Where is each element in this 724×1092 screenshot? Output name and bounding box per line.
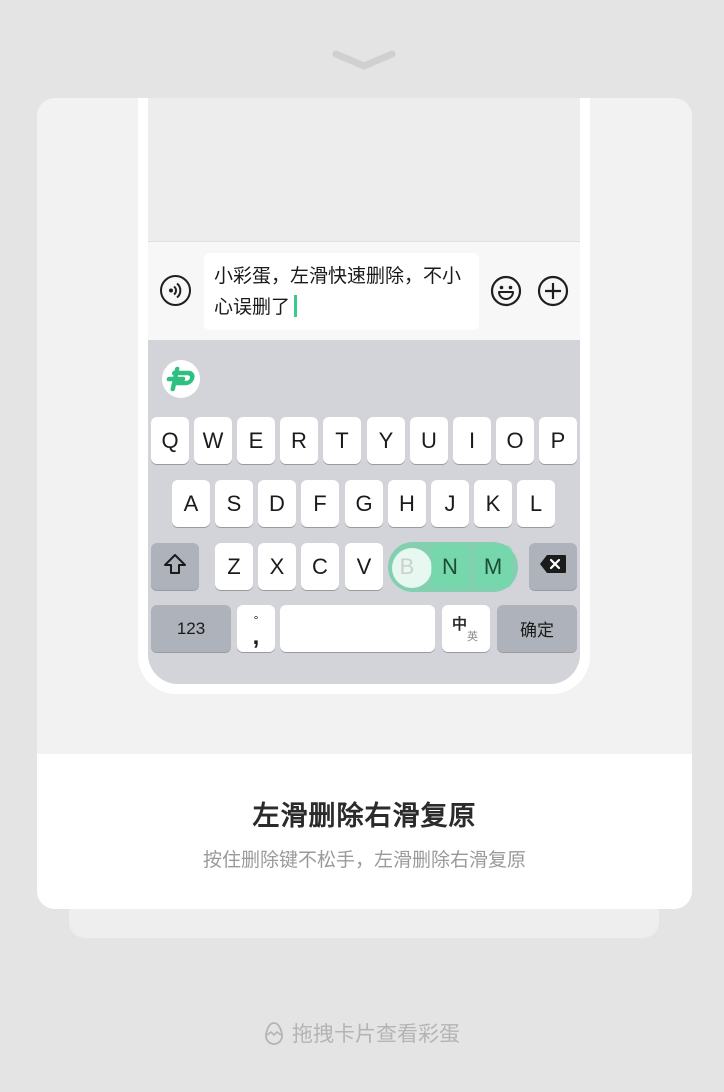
key-x: X bbox=[258, 543, 296, 590]
key-v: V bbox=[345, 543, 383, 590]
key-c: C bbox=[301, 543, 339, 590]
punct-bottom: , bbox=[252, 622, 260, 650]
key-p: P bbox=[539, 417, 577, 464]
key-f: F bbox=[301, 480, 339, 527]
phone-mockup: 小彩蛋，左滑快速删除，不小心误删了 Q W E R T Y U I O P A … bbox=[138, 98, 590, 694]
message-text: 小彩蛋，左滑快速删除，不小心误删了 bbox=[214, 265, 462, 318]
space-key bbox=[280, 605, 435, 652]
language-switch-key: 中 英 bbox=[442, 605, 490, 652]
drag-hint-text: 拖拽卡片查看彩蛋 bbox=[292, 1022, 460, 1046]
phone-screen: 小彩蛋，左滑快速删除，不小心误删了 Q W E R T Y U I O P A … bbox=[148, 98, 580, 684]
key-l: L bbox=[517, 480, 555, 527]
key-t: T bbox=[323, 417, 361, 464]
message-input: 小彩蛋，左滑快速删除，不小心误删了 bbox=[204, 253, 479, 330]
key-n: N bbox=[431, 545, 469, 588]
text-caret bbox=[294, 295, 298, 317]
key-j: J bbox=[431, 480, 469, 527]
drag-hint: 拖拽卡片查看彩蛋 bbox=[0, 1018, 724, 1050]
key-d: D bbox=[258, 480, 296, 527]
plus-icon bbox=[537, 275, 569, 307]
chat-input-bar: 小彩蛋，左滑快速删除，不小心误删了 bbox=[148, 242, 580, 340]
keyboard: Q W E R T Y U I O P A S D F G H J K L Z … bbox=[148, 340, 580, 684]
key-u: U bbox=[410, 417, 448, 464]
emoji-icon bbox=[490, 275, 522, 307]
backspace-icon bbox=[539, 554, 567, 580]
punctuation-key: ° , bbox=[237, 605, 275, 652]
backspace-key bbox=[529, 543, 577, 590]
voice-icon bbox=[160, 275, 191, 306]
lang-top: 中 bbox=[452, 615, 468, 633]
key-r: R bbox=[280, 417, 318, 464]
easter-egg-card[interactable]: 小彩蛋，左滑快速删除，不小心误删了 Q W E R T Y U I O P A … bbox=[37, 98, 692, 909]
key-m: M bbox=[474, 545, 512, 588]
chat-area bbox=[148, 98, 580, 242]
key-k: K bbox=[474, 480, 512, 527]
key-z: Z bbox=[215, 543, 253, 590]
caption-title: 左滑删除右滑复原 bbox=[252, 801, 477, 832]
egg-icon bbox=[264, 1021, 284, 1050]
key-w: W bbox=[194, 417, 232, 464]
shift-icon bbox=[163, 553, 187, 581]
key-s: S bbox=[215, 480, 253, 527]
key-e: E bbox=[237, 417, 275, 464]
confirm-key: 确定 bbox=[497, 605, 577, 652]
key-i: I bbox=[453, 417, 491, 464]
shift-key bbox=[151, 543, 199, 590]
card-caption: 左滑删除右滑复原 按住删除键不松手，左滑删除右滑复原 bbox=[37, 754, 692, 909]
key-y: Y bbox=[367, 417, 405, 464]
key-a: A bbox=[172, 480, 210, 527]
key-b: B bbox=[399, 553, 415, 579]
caption-subtitle: 按住删除键不松手，左滑删除右滑复原 bbox=[202, 849, 526, 871]
lang-bottom: 英 bbox=[467, 630, 478, 643]
key-h: H bbox=[388, 480, 426, 527]
key-g: G bbox=[345, 480, 383, 527]
key-o: O bbox=[496, 417, 534, 464]
numbers-key: 123 bbox=[151, 605, 231, 652]
keyboard-logo-icon bbox=[162, 360, 200, 398]
key-q: Q bbox=[151, 417, 189, 464]
chevron-down-icon[interactable] bbox=[332, 46, 396, 74]
